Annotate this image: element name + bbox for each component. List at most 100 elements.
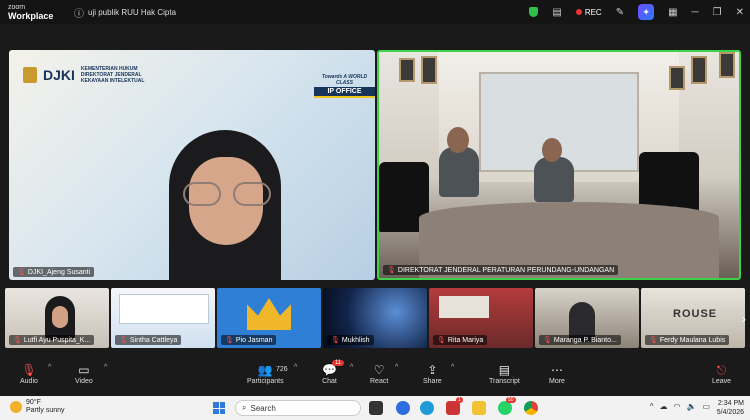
mic-muted-icon: 🎙 — [119, 337, 128, 344]
thumbnail-tile[interactable]: 🎙 Mukhlish — [323, 288, 427, 348]
zoom-app-icon[interactable] — [396, 401, 410, 415]
participant-name: Lutfi Ayu Puspita_K... — [23, 336, 91, 344]
video-stage: DJKI KEMENTERIAN HUKUM DIREKTORAT JENDER… — [0, 24, 750, 282]
participant-name-label: 🎙 Lutfi Ayu Puspita_K... — [9, 335, 95, 345]
system-tray: ^ ☁ ◠ 🔈 ▭ — [650, 402, 710, 411]
thumbnail-tile[interactable]: 🎙 Maranga P. Bianto... — [535, 288, 639, 348]
participant-name-label: 🎙 Maranga P. Bianto... — [539, 335, 621, 345]
taskbar-clock[interactable]: 2:34 PM 5/4/2026 — [717, 399, 744, 417]
participant-name-label: 🎙 Ferdy Maulana Lubis — [645, 335, 730, 345]
minimize-icon[interactable]: ─ — [692, 7, 699, 18]
share-options-caret-icon[interactable]: ^ — [451, 364, 454, 371]
react-button[interactable]: ♡ React — [370, 362, 388, 385]
mic-muted-icon: 🎙 — [437, 337, 446, 344]
org-text: KEMENTERIAN HUKUM DIREKTORAT JENDERAL KE… — [81, 66, 145, 84]
chat-label: Chat — [322, 378, 337, 385]
leave-button[interactable]: ⎋ Leave — [712, 362, 731, 385]
grid-view-icon[interactable]: ▦ — [668, 7, 677, 18]
meeting-controls: 🎙 Audio ^ ▭ Video ^ 👥 Participants 726 ^… — [0, 358, 750, 394]
more-button[interactable]: ⋯ More — [549, 362, 565, 385]
close-icon[interactable]: ✕ — [736, 7, 744, 18]
share-button[interactable]: ⇪ Share — [423, 362, 442, 385]
pencil-icon[interactable]: ✎ — [616, 7, 624, 18]
search-placeholder: Search — [250, 403, 276, 413]
video-label: Video — [75, 378, 93, 385]
djki-mark: DJKI — [43, 67, 75, 83]
next-page-chevron-icon[interactable]: › — [742, 312, 746, 326]
clock-date: 5/4/2026 — [716, 409, 744, 416]
tagline: Towards A WORLD CLASS — [321, 74, 368, 86]
search-icon: ⌕ — [242, 403, 247, 412]
participant-name: Ferdy Maulana Lubis — [659, 336, 726, 344]
weather-desc: Partly sunny — [26, 407, 65, 414]
org-line-3: KEKAYAAN INTELEKTUAL — [80, 78, 145, 84]
react-label: React — [370, 378, 389, 385]
meeting-info[interactable]: ⓘ uji publik RUU Hak Cipta — [74, 5, 176, 20]
file-explorer-icon[interactable] — [472, 401, 486, 415]
notes-icon[interactable]: ▤ — [552, 7, 561, 18]
cloud-icon[interactable]: ☁ — [659, 402, 667, 411]
thumbnail-tile[interactable]: 🎙 Pio Jasman — [217, 288, 321, 348]
participants-options-caret-icon[interactable]: ^ — [294, 364, 297, 371]
transcript-button[interactable]: ▤ Transcript — [489, 362, 520, 385]
video-options-caret-icon[interactable]: ^ — [104, 364, 107, 371]
transcript-label: Transcript — [489, 378, 520, 385]
weather-widget[interactable]: 90°F Partly sunny — [10, 399, 65, 415]
participant-name: DJKI_Ajeng Susanti — [27, 268, 91, 276]
taskbar-search[interactable]: ⌕ Search — [235, 400, 361, 416]
whatsapp-badge: 50 — [506, 397, 516, 403]
thumbnail-tile[interactable]: 🎙 Lutfi Ayu Puspita_K... — [5, 288, 109, 348]
thumbnail-tile[interactable]: 🎙 Rita Mariya — [429, 288, 533, 348]
mic-muted-icon: 🎙 — [17, 269, 26, 276]
teams-icon[interactable] — [446, 401, 460, 415]
participant-name: Pio Jasman — [235, 336, 273, 344]
participant-name: Mukhlish — [341, 336, 370, 344]
participants-label: Participants — [247, 378, 284, 385]
wifi-icon[interactable]: ◠ — [673, 402, 680, 411]
chat-unread-badge: 11 — [332, 360, 345, 366]
leave-label: Leave — [712, 378, 732, 385]
chat-options-caret-icon[interactable]: ^ — [350, 364, 353, 371]
video-tile-djki[interactable]: DJKI KEMENTERIAN HUKUM DIREKTORAT JENDER… — [9, 50, 375, 280]
teams-badge: 1 — [456, 397, 463, 403]
video-button[interactable]: ▭ Video — [75, 362, 93, 385]
participant-name: Maranga P. Bianto... — [553, 336, 617, 344]
whatsapp-icon[interactable] — [498, 401, 512, 415]
meeting-info-icon[interactable]: ⓘ — [74, 5, 84, 20]
encryption-shield-icon[interactable] — [529, 7, 539, 17]
participant-name-label: 🎙 DIREKTORAT JENDERAL PERATURAN PERUNDAN… — [383, 265, 619, 275]
chrome-icon[interactable] — [524, 401, 538, 415]
participant-name-label: 🎙 DJKI_Ajeng Susanti — [13, 267, 95, 277]
audio-options-caret-icon[interactable]: ^ — [48, 364, 51, 371]
windows-start-icon[interactable] — [213, 402, 225, 414]
tray-chevron-icon[interactable]: ^ — [650, 402, 654, 411]
participant-video — [149, 112, 299, 280]
mic-muted-icon: 🎙 — [649, 337, 658, 344]
participant-name-label: 🎙 Sintha Cattleya — [115, 335, 182, 345]
participant-name: Sintha Cattleya — [129, 336, 178, 344]
rec-label: REC — [584, 7, 602, 17]
thumbnail-tile[interactable]: 🎙 Sintha Cattleya — [111, 288, 215, 348]
edge-icon[interactable] — [420, 401, 434, 415]
thumbnail-tile[interactable]: ROUSE 🎙 Ferdy Maulana Lubis — [641, 288, 745, 348]
ai-companion-icon[interactable]: ✦ — [638, 4, 655, 20]
volume-icon[interactable]: 🔈 — [686, 402, 696, 411]
participant-name: Rita Mariya — [447, 336, 484, 344]
mic-muted-icon: 🎙 — [387, 267, 396, 274]
video-tile-active-speaker[interactable]: 🎙 DIREKTORAT JENDERAL PERATURAN PERUNDAN… — [377, 50, 741, 280]
record-dot-icon — [575, 9, 582, 15]
restore-icon[interactable]: ❐ — [713, 7, 722, 18]
react-options-caret-icon[interactable]: ^ — [395, 364, 398, 371]
meeting-title: uji publik RUU Hak Cipta — [88, 7, 177, 17]
audio-button[interactable]: 🎙 Audio — [20, 362, 38, 385]
clock-time: 2:34 PM — [717, 400, 744, 407]
temperature: 90°F — [26, 399, 41, 406]
recording-indicator[interactable]: REC — [575, 7, 602, 17]
participants-count: 726 — [276, 366, 288, 373]
djki-banner: DJKI KEMENTERIAN HUKUM DIREKTORAT JENDER… — [23, 66, 144, 84]
battery-icon[interactable]: ▭ — [702, 402, 710, 411]
participant-name-label: 🎙 Pio Jasman — [221, 335, 277, 345]
task-view-icon[interactable] — [369, 401, 383, 415]
mic-muted-icon: 🎙 — [225, 337, 234, 344]
leave-icon: ⎋ — [716, 363, 727, 377]
